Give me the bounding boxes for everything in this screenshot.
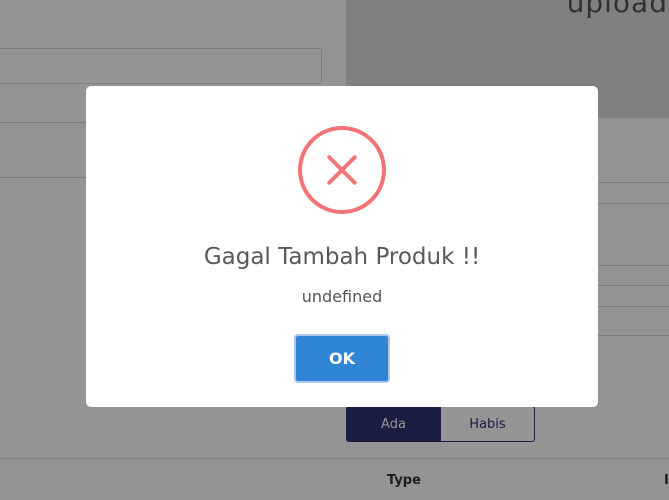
dialog-title: Gagal Tambah Produk !! bbox=[203, 244, 481, 270]
ok-button[interactable]: OK bbox=[294, 334, 390, 383]
page: upload Ada Habis Type I Gagal Tambah Pro… bbox=[0, 0, 669, 500]
error-dialog: Gagal Tambah Produk !! undefined OK bbox=[86, 86, 598, 407]
dialog-message: undefined bbox=[301, 287, 383, 306]
error-x-icon bbox=[298, 126, 386, 214]
